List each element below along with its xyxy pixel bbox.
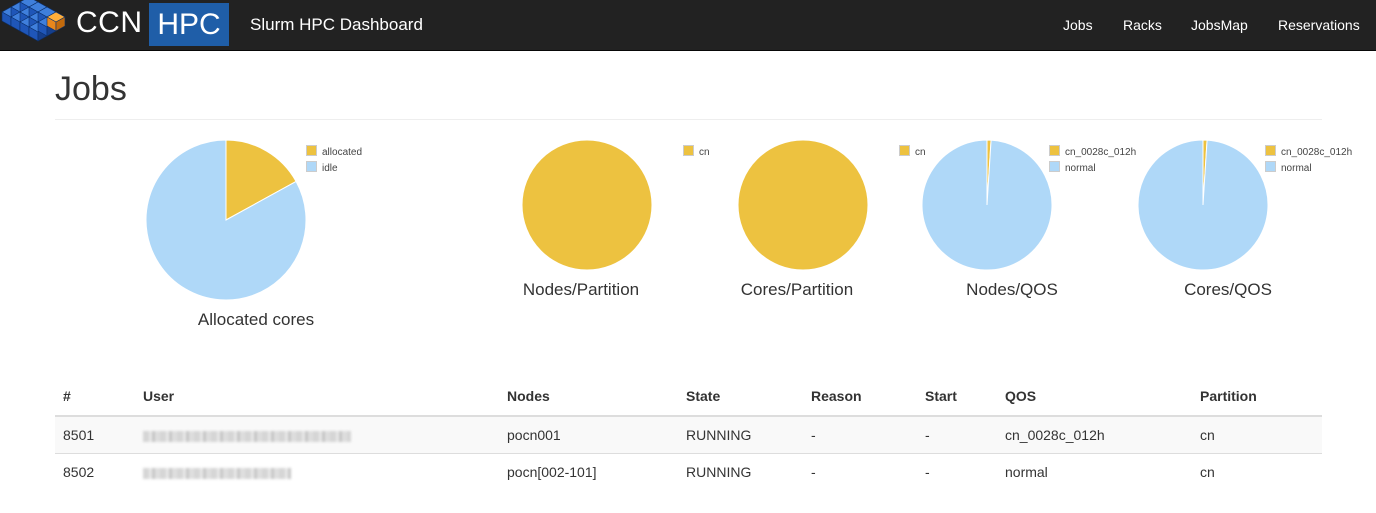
column-header-partition[interactable]: Partition — [1192, 377, 1322, 417]
job-id: 8502 — [55, 453, 135, 490]
job-partition: cn — [1192, 453, 1322, 490]
column-header-nodes[interactable]: Nodes — [499, 377, 678, 417]
legend-label: cn_0028c_012h — [1281, 147, 1353, 158]
column-header-qos[interactable]: QOS — [997, 377, 1192, 417]
legend-label: normal — [1281, 163, 1312, 174]
legend-label: cn_0028c_012h — [1065, 147, 1137, 158]
legend-swatch — [899, 145, 910, 156]
pie-slice-cn[interactable] — [521, 139, 653, 271]
legend-item-normal: normal — [1265, 161, 1312, 174]
redacted-user — [143, 467, 291, 479]
column-header-start[interactable]: Start — [917, 377, 997, 417]
legend-swatch — [306, 161, 317, 172]
job-reason: - — [803, 453, 917, 490]
jobs-table: # User Nodes State Reason Start QOS Part… — [55, 377, 1322, 490]
legend-label: idle — [322, 163, 338, 174]
job-nodes: pocn001 — [499, 415, 678, 454]
job-nodes: pocn[002-101] — [499, 453, 678, 490]
redacted-user — [143, 430, 351, 442]
chart-caption-cores-qos: Cores/QOS — [1184, 280, 1272, 299]
legend-swatch — [683, 145, 694, 156]
legend-label: cn — [699, 147, 710, 158]
legend-swatch — [1049, 145, 1060, 156]
legend-swatch — [306, 145, 317, 156]
job-reason: - — [803, 415, 917, 454]
legend-item-cn: cn — [683, 145, 710, 158]
column-header-state[interactable]: State — [678, 377, 803, 417]
legend-item-normal: normal — [1049, 161, 1096, 174]
legend-swatch — [1265, 161, 1276, 172]
chart-caption-allocated-cores: Allocated cores — [197, 310, 315, 329]
pie-slice-cn[interactable] — [737, 139, 869, 271]
job-user — [135, 415, 499, 454]
legend-label: allocated — [322, 147, 363, 158]
pie-slice-normal[interactable] — [921, 139, 1053, 271]
job-id: 8501 — [55, 415, 135, 454]
legend-item-cn: cn — [899, 145, 926, 158]
column-header-reason[interactable]: Reason — [803, 377, 917, 417]
job-start: - — [917, 415, 997, 454]
table-row[interactable]: 8502 pocn[002-101] RUNNING - - normal cn — [55, 453, 1322, 490]
legend-item-idle: idle — [306, 161, 338, 174]
legend-item-cn-0028c-012h: cn_0028c_012h — [1265, 145, 1352, 158]
legend-label: cn — [915, 147, 926, 158]
legend-label: normal — [1065, 163, 1096, 174]
table-row[interactable]: 8501 pocn001 RUNNING - - cn_0028c_012h c… — [55, 415, 1322, 454]
job-start: - — [917, 453, 997, 490]
legend-swatch — [1049, 161, 1060, 172]
column-header-user[interactable]: User — [135, 377, 499, 417]
legend-item-allocated: allocated — [306, 145, 362, 158]
chart-caption-nodes-partition: Nodes/Partition — [522, 280, 640, 299]
legend-swatch — [1265, 145, 1276, 156]
legend-item-cn-0028c-012h: cn_0028c_012h — [1049, 145, 1136, 158]
chart-caption-nodes-qos: Nodes/QOS — [966, 280, 1058, 299]
job-qos: normal — [997, 453, 1192, 490]
job-state: RUNNING — [678, 415, 803, 454]
job-state: RUNNING — [678, 453, 803, 490]
column-header-id[interactable]: # — [55, 377, 135, 417]
pie-slice-normal[interactable] — [1137, 139, 1269, 271]
job-user — [135, 453, 499, 490]
job-qos: cn_0028c_012h — [997, 415, 1192, 454]
chart-caption-cores-partition: Cores/Partition — [740, 280, 854, 299]
job-partition: cn — [1192, 415, 1322, 454]
table-header-row: # User Nodes State Reason Start QOS Part… — [55, 377, 1322, 417]
